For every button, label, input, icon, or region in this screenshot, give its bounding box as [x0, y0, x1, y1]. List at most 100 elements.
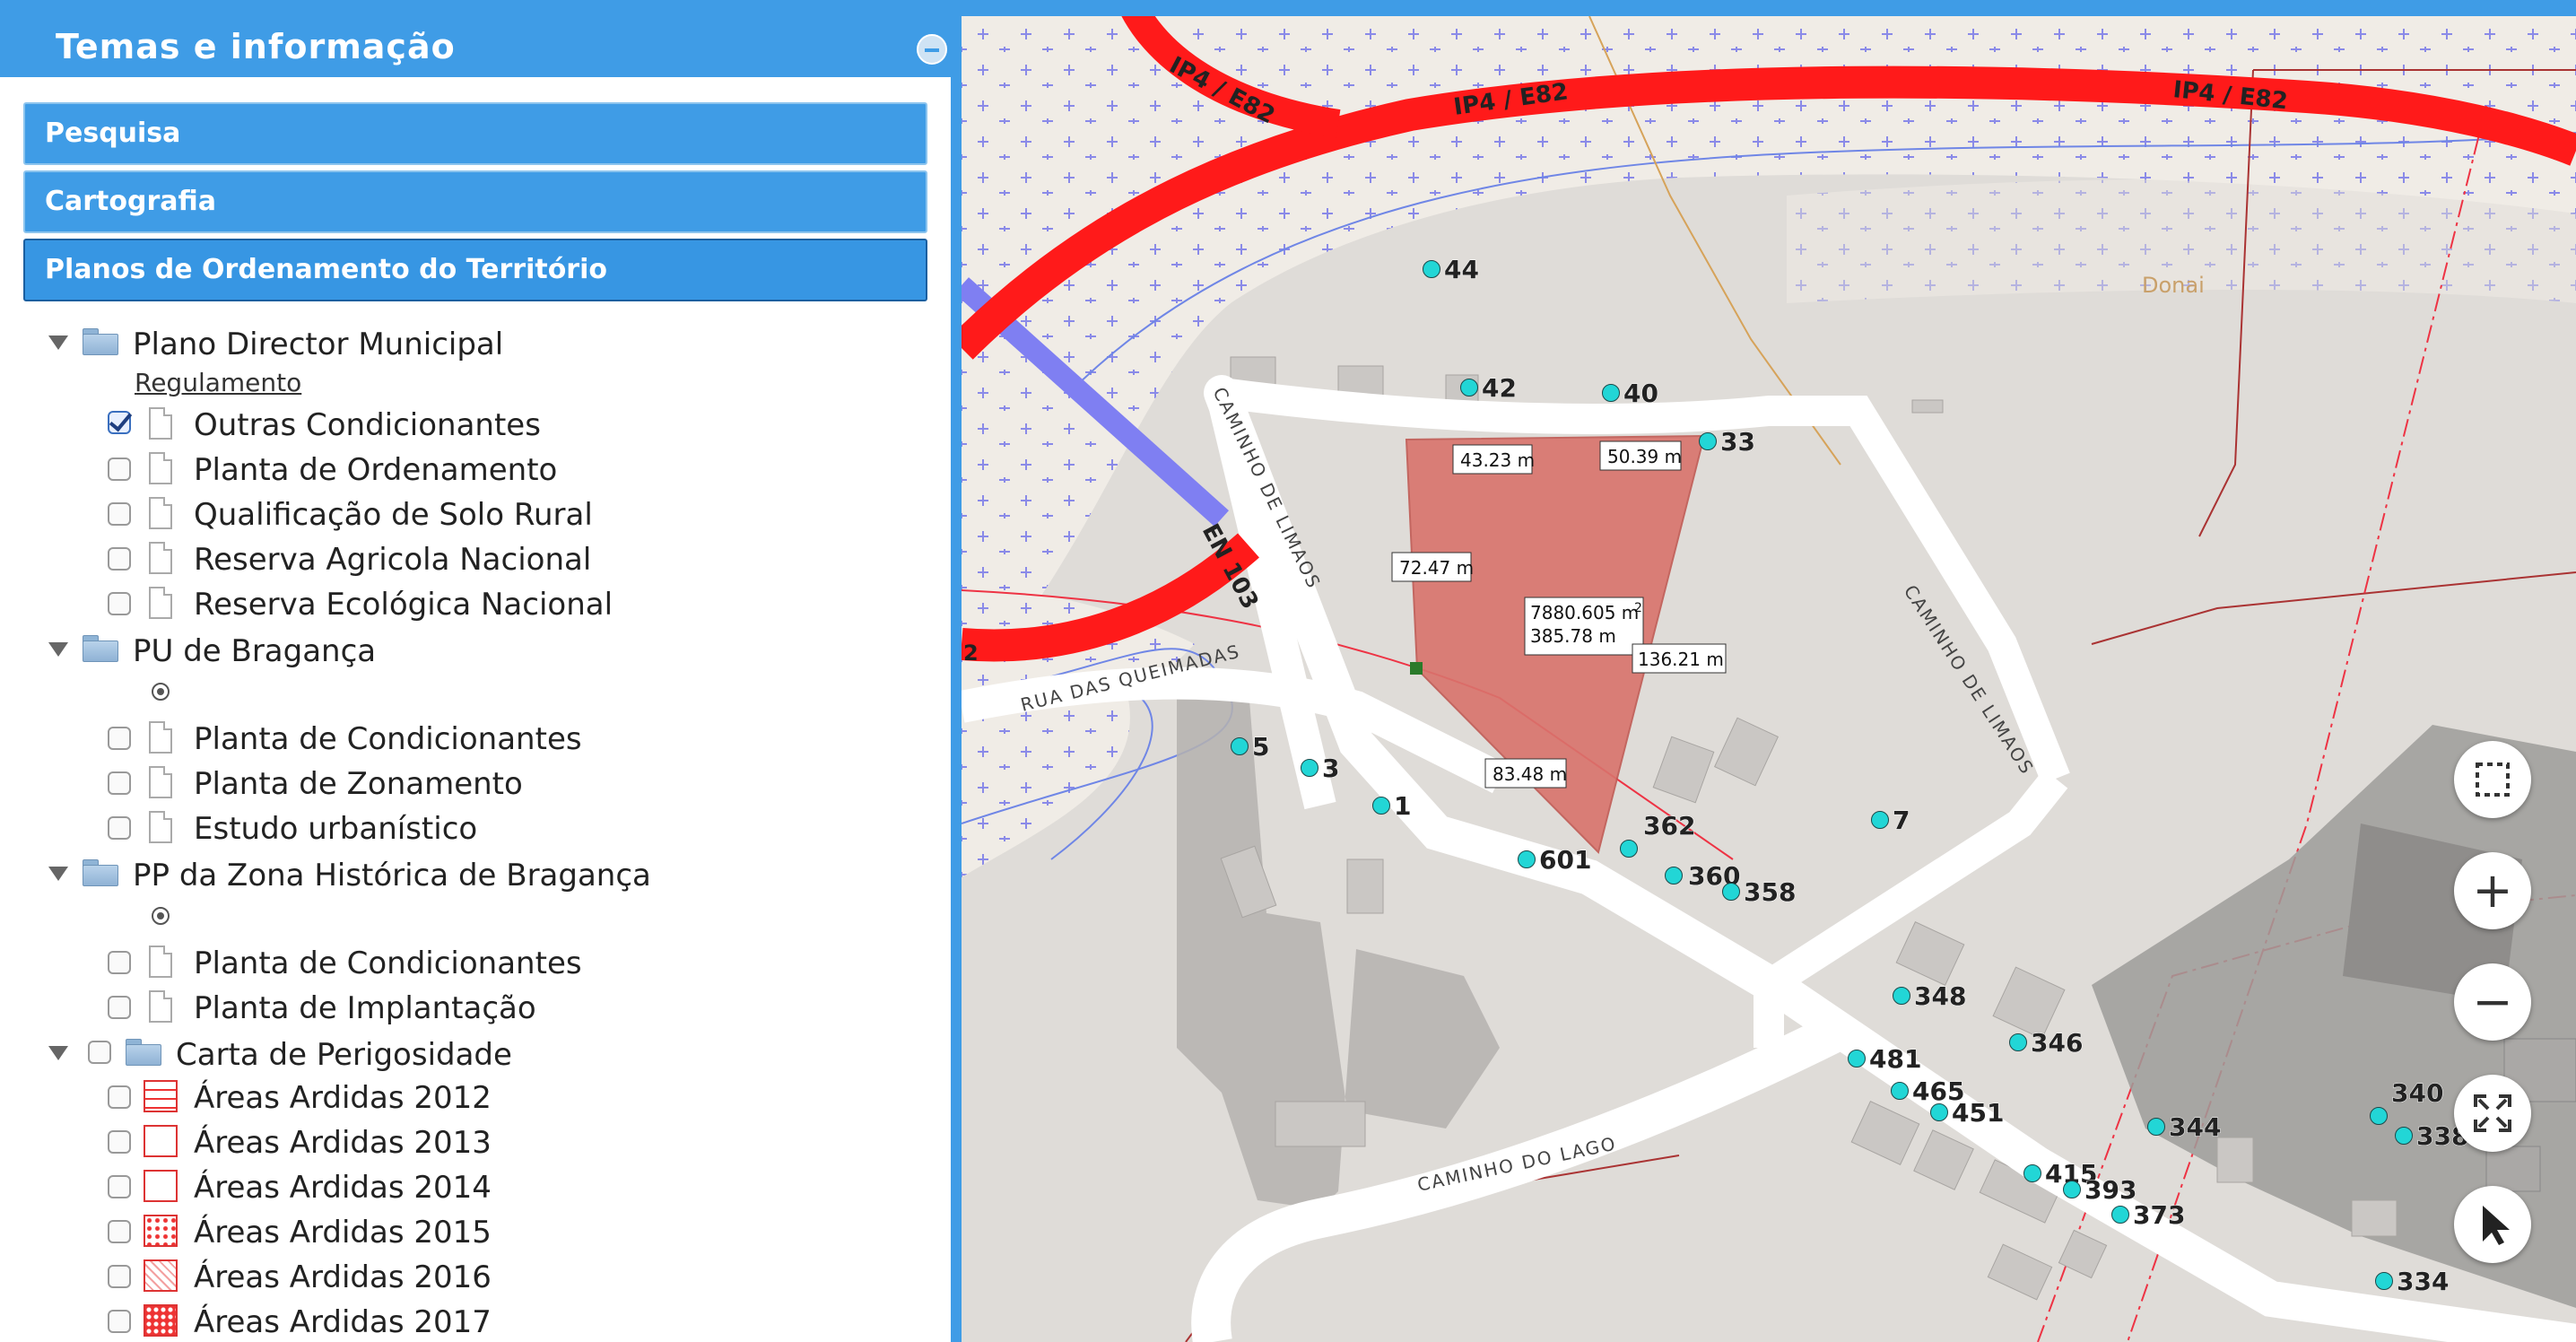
folder-icon [83, 635, 118, 662]
vertex-marker[interactable] [1410, 662, 1423, 675]
address-point-label: 393 [2084, 1175, 2137, 1205]
layer-label[interactable]: Planta de Condicionantes [194, 719, 582, 759]
layer-checkbox[interactable] [108, 547, 131, 571]
layer-label[interactable]: Reserva Agricola Nacional [194, 540, 591, 580]
layer-checkbox[interactable] [108, 1085, 131, 1109]
layer-checkbox[interactable] [108, 502, 131, 526]
layer-label[interactable]: Áreas Ardidas 2015 [194, 1213, 492, 1252]
collapse-panel-button[interactable] [917, 34, 947, 65]
layer-checkbox[interactable] [108, 996, 131, 1019]
layer-label[interactable]: Áreas Ardidas 2017 [194, 1303, 492, 1342]
layer-checkbox[interactable] [108, 458, 131, 481]
layer-label[interactable]: Reserva Ecológica Nacional [194, 585, 613, 624]
layer-checkbox[interactable] [108, 411, 131, 434]
layer-checkbox[interactable] [108, 1175, 131, 1198]
place-label: Donai [2142, 273, 2205, 298]
layer-label[interactable]: Áreas Ardidas 2016 [194, 1258, 492, 1297]
address-point-label: 346 [2031, 1028, 2083, 1058]
address-point-marker[interactable] [1602, 384, 1620, 402]
layer-label[interactable]: Planta de Zonamento [194, 764, 523, 804]
expand-arrow-icon[interactable] [48, 1046, 68, 1060]
section-planos-ordenamento[interactable]: Planos de Ordenamento do Território [23, 239, 927, 301]
address-point-marker[interactable] [2370, 1107, 2388, 1125]
layer-label[interactable]: Planta de Implantação [194, 989, 536, 1028]
layer-checkbox[interactable] [108, 1310, 131, 1333]
address-point-marker[interactable] [1620, 840, 1638, 858]
address-point-marker[interactable] [1893, 987, 1910, 1005]
address-point-marker[interactable] [1665, 867, 1683, 884]
address-point-marker[interactable] [2147, 1118, 2165, 1136]
address-point-marker[interactable] [1722, 883, 1740, 901]
address-point-marker[interactable] [2023, 1164, 2041, 1182]
address-point-label: 42 [1482, 373, 1517, 403]
building [1346, 858, 1384, 914]
zoom-in-button[interactable]: + [2454, 852, 2531, 929]
map-view[interactable]: IP4 / E82 IP4 / E82 IP4 / E82 EN 103 CAM… [962, 16, 2576, 1342]
zoom-in-icon: + [2472, 862, 2513, 919]
layer-checkbox[interactable] [108, 816, 131, 840]
regulamento-link[interactable]: Regulamento [135, 368, 301, 397]
layer-icon [149, 811, 172, 843]
address-point-marker[interactable] [1423, 260, 1440, 278]
layer-label[interactable]: Planta de Condicionantes [194, 944, 582, 983]
layer-checkbox[interactable] [108, 1130, 131, 1154]
layer-label[interactable]: Áreas Ardidas 2014 [194, 1168, 492, 1207]
fullscreen-button[interactable] [2454, 1075, 2531, 1152]
address-point-label: 373 [2133, 1200, 2185, 1230]
address-point-marker[interactable] [1301, 759, 1318, 777]
group-checkbox[interactable] [88, 1041, 111, 1064]
locate-icon[interactable] [147, 902, 174, 929]
expand-arrow-icon[interactable] [48, 642, 68, 657]
zoom-out-button[interactable]: − [2454, 963, 2531, 1041]
layer-checkbox[interactable] [108, 951, 131, 974]
address-point-marker[interactable] [2395, 1127, 2413, 1145]
layer-icon [149, 990, 172, 1023]
measure-label: 43.23 m [1460, 449, 1535, 471]
locate-icon[interactable] [147, 678, 174, 705]
address-point-marker[interactable] [1231, 737, 1249, 755]
layer-label[interactable]: Outras Condicionantes [194, 405, 541, 445]
group-label-pp[interactable]: PP da Zona Histórica de Bragança [133, 856, 651, 895]
address-point-marker[interactable] [1372, 797, 1390, 815]
section-cartografia[interactable]: Cartografia [23, 170, 927, 233]
address-point-marker[interactable] [2111, 1206, 2129, 1224]
legend-icon [144, 1259, 178, 1292]
address-point-marker[interactable] [1460, 379, 1478, 396]
folder-icon [126, 1039, 161, 1066]
pointer-tool-button[interactable] [2454, 1186, 2531, 1263]
layer-label[interactable]: Áreas Ardidas 2013 [194, 1123, 492, 1163]
select-box-button[interactable] [2454, 741, 2531, 818]
section-pesquisa[interactable]: Pesquisa [23, 102, 927, 165]
layer-label[interactable]: Estudo urbanístico [194, 809, 477, 849]
address-point-marker[interactable] [1891, 1082, 1909, 1100]
layer-checkbox[interactable] [108, 1265, 131, 1288]
address-point-marker[interactable] [2063, 1181, 2081, 1198]
expand-arrow-icon[interactable] [48, 336, 68, 350]
address-point-marker[interactable] [1930, 1103, 1948, 1121]
layer-checkbox[interactable] [108, 727, 131, 750]
group-label-pdm[interactable]: Plano Director Municipal [133, 325, 503, 364]
group-label-pu[interactable]: PU de Bragança [133, 632, 376, 671]
measure-label: 72.47 m [1399, 557, 1474, 579]
layer-checkbox[interactable] [108, 771, 131, 795]
map-canvas[interactable]: IP4 / E82 IP4 / E82 IP4 / E82 EN 103 CAM… [962, 16, 2576, 1342]
expand-arrow-icon[interactable] [48, 867, 68, 881]
layer-checkbox[interactable] [108, 592, 131, 615]
layer-checkbox[interactable] [108, 1220, 131, 1243]
address-point-label: 348 [1914, 981, 1966, 1011]
address-point-marker[interactable] [2375, 1272, 2393, 1290]
building [1275, 1101, 1366, 1147]
layer-icon [149, 721, 172, 754]
address-point-marker[interactable] [1848, 1050, 1866, 1068]
layer-label[interactable]: Planta de Ordenamento [194, 450, 557, 490]
panel-body: Pesquisa Cartografia Planos de Ordenamen… [0, 77, 951, 1342]
address-point-marker[interactable] [1871, 811, 1889, 829]
address-point-marker[interactable] [2009, 1033, 2027, 1051]
group-label-carta[interactable]: Carta de Perigosidade [176, 1035, 512, 1075]
folder-icon [83, 328, 118, 355]
layer-label[interactable]: Qualificação de Solo Rural [194, 495, 593, 535]
layer-label[interactable]: Áreas Ardidas 2012 [194, 1078, 492, 1118]
layers-panel: Temas e informação Pesquisa Cartografia … [0, 0, 954, 1342]
address-point-marker[interactable] [1699, 432, 1717, 450]
address-point-marker[interactable] [1518, 850, 1536, 868]
